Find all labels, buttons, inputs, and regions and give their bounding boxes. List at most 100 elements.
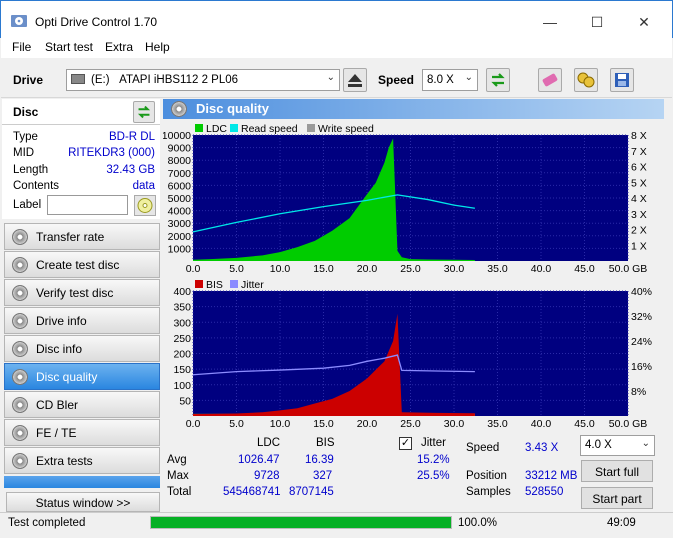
erase-button[interactable] (538, 68, 562, 92)
legend-label: BIS (206, 279, 223, 291)
bis-chart: BIS Jitter 0.0 5.0 10.0 15.0 20.0 25.0 30.0 35.0… (173, 279, 652, 428)
save-icon (615, 73, 629, 87)
x-tick-label: 5.0 (229, 263, 244, 275)
start-part-button[interactable]: Start part (581, 487, 653, 509)
nav-label: Disc info (36, 342, 83, 356)
progress-percent: 100.0% (458, 517, 498, 529)
y2-tick-label: 1 X (631, 240, 647, 252)
nav-disc-quality[interactable]: Disc quality (4, 363, 160, 390)
status-window-button[interactable]: Status window >> (6, 492, 160, 512)
mid-label: MID (13, 147, 35, 159)
total-bis: 8707145 (289, 486, 334, 498)
x-tick-label: 10.0 (270, 418, 291, 428)
y-tick-label: 250 (173, 333, 191, 345)
legend-swatch (230, 124, 238, 132)
length-label: Length (13, 164, 49, 176)
nav-label: FE / TE (36, 426, 77, 440)
chevron-down-icon: ⌄ (326, 72, 335, 83)
y-tick-label: 4000 (168, 206, 192, 218)
title-bar: Opti Drive Control 1.70 — ☐ ✕ (0, 0, 673, 38)
position-label: Position (466, 470, 507, 482)
y-tick-label: 10000 (163, 130, 191, 142)
drive-icon (71, 74, 85, 84)
label-edit-button[interactable] (134, 195, 156, 216)
legend-swatch (195, 124, 203, 132)
x-tick-label: 30.0 (444, 263, 465, 275)
save-button[interactable] (610, 68, 634, 92)
nav-verify-test-disc[interactable]: Verify test disc (4, 279, 160, 306)
window-title: Opti Drive Control 1.70 (35, 15, 158, 29)
y-tick-label: 350 (173, 302, 191, 314)
y2-tick-label: 5 X (631, 177, 647, 189)
maximize-button[interactable]: ☐ (574, 9, 620, 37)
legend-label: LDC (206, 123, 227, 135)
disc-refresh-button[interactable] (133, 101, 155, 123)
eject-button[interactable] (343, 68, 367, 92)
avg-label: Avg (167, 454, 187, 466)
speed-stat-value: 3.43 X (525, 442, 559, 454)
y2-tick-label: 16% (631, 361, 652, 373)
chevron-down-icon: ⌄ (641, 438, 650, 449)
close-button[interactable]: ✕ (621, 9, 667, 37)
y-tick-label: 7000 (168, 168, 192, 180)
menu-file[interactable]: File (12, 40, 31, 54)
x-tick-label: 0.0 (186, 263, 201, 275)
y2-tick-label: 24% (631, 336, 652, 348)
nav-cd-bler[interactable]: CD Bler (4, 391, 160, 418)
drive-letter: (E:) (91, 74, 110, 86)
max-jitter: 25.5% (417, 470, 450, 482)
eraser-icon (542, 73, 558, 87)
nav-disc-info[interactable]: Disc info (4, 335, 160, 362)
y2-tick-label: 40% (631, 286, 652, 298)
minimize-button[interactable]: — (527, 9, 573, 37)
length-value: 32.43 GB (106, 164, 155, 176)
nav-create-test-disc[interactable]: Create test disc (4, 251, 160, 278)
stats-col-bis: BIS (316, 437, 335, 449)
x-tick-label: 30.0 (444, 418, 465, 428)
contents-label: Contents (13, 180, 60, 192)
nav-transfer-rate[interactable]: Transfer rate (4, 223, 160, 250)
x-tick-label: 20.0 (357, 418, 378, 428)
samples-value: 528550 (525, 486, 564, 498)
disc-icon (12, 313, 28, 329)
refresh-arrows-icon (137, 105, 151, 119)
y-tick-label: 200 (173, 349, 191, 361)
speed-select-value: 8.0 X (427, 74, 454, 86)
avg-bis: 16.39 (305, 454, 334, 466)
drive-label: Drive (13, 73, 44, 87)
nav-fe-te[interactable]: FE / TE (4, 419, 160, 446)
copy-button[interactable] (574, 68, 598, 92)
x-tick-label: 15.0 (313, 418, 334, 428)
type-value: BD-R DL (108, 131, 155, 143)
y2-tick-label: 7 X (631, 146, 647, 158)
speed-label: Speed (378, 73, 415, 87)
refresh-arrows-icon (491, 73, 505, 87)
x-tick-label: 35.0 (487, 263, 508, 275)
speed-select[interactable]: 8.0 X ⌄ (422, 69, 478, 91)
test-speed-value: 4.0 X (585, 439, 612, 451)
elapsed-time: 49:09 (607, 517, 636, 529)
x-tick-label: 50.0 GB (609, 263, 648, 275)
nav-drive-info[interactable]: Drive info (4, 307, 160, 334)
panel-title: Disc quality (196, 101, 269, 116)
copy-disc-icon (577, 72, 595, 88)
position-value: 33212 MB (525, 470, 578, 482)
nav-extra-tests[interactable]: Extra tests (4, 447, 160, 474)
refresh-button[interactable] (486, 68, 510, 92)
drive-select[interactable]: (E:) ATAPI iHBS112 2 PL06 ⌄ (66, 69, 340, 91)
start-full-button[interactable]: Start full (581, 460, 653, 482)
nav-label: Transfer rate (36, 230, 105, 244)
progress-bar (150, 516, 452, 529)
menu-start-test[interactable]: Start test (45, 40, 93, 54)
disc-icon (12, 257, 28, 273)
menu-help[interactable]: Help (145, 40, 170, 54)
menu-extra[interactable]: Extra (105, 40, 133, 54)
jitter-checkbox[interactable]: ✓ (399, 437, 412, 450)
nav-label: Disc quality (36, 370, 98, 384)
disc-icon (12, 425, 28, 441)
progress-fill (151, 517, 451, 528)
label-input[interactable] (47, 195, 128, 215)
y-tick-label: 3000 (168, 218, 192, 230)
speed-stat-label: Speed (466, 442, 500, 454)
test-speed-select[interactable]: 4.0 X ⌄ (580, 435, 655, 456)
